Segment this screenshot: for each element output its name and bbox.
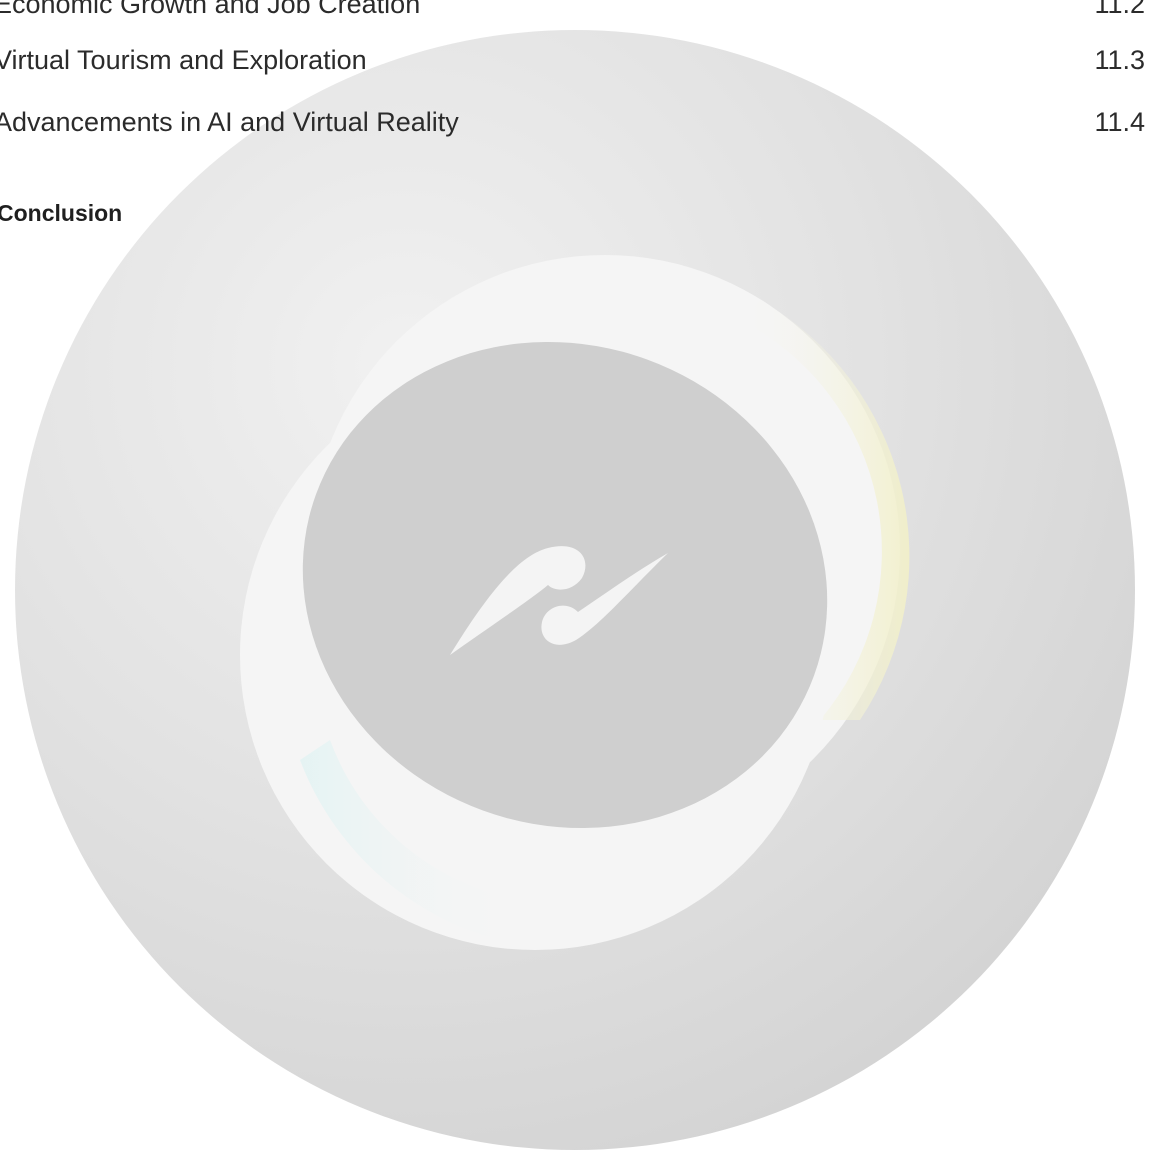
toc-entry-number: 11.3	[1094, 44, 1145, 75]
toc-entry[interactable]: Virtual Tourism and Exploration 11.3	[0, 42, 1145, 78]
toc-entry[interactable]: Economic Growth and Job Creation 11.2	[0, 0, 1145, 22]
toc-entry[interactable]: Advancements in AI and Virtual Reality 1…	[0, 104, 1145, 140]
document-page: Economic Growth and Job Creation 11.2 Vi…	[0, 0, 1155, 1153]
toc-entry-number: 11.2	[1094, 0, 1145, 19]
watermark-logo	[15, 30, 1135, 1150]
toc-entry-title: Advancements in AI and Virtual Reality	[0, 106, 459, 137]
toc-entry-number: 11.4	[1094, 106, 1145, 137]
toc-entry-title: Virtual Tourism and Exploration	[0, 44, 367, 75]
toc-conclusion-heading[interactable]: Conclusion	[0, 200, 122, 227]
toc-entry-title: Economic Growth and Job Creation	[0, 0, 421, 19]
